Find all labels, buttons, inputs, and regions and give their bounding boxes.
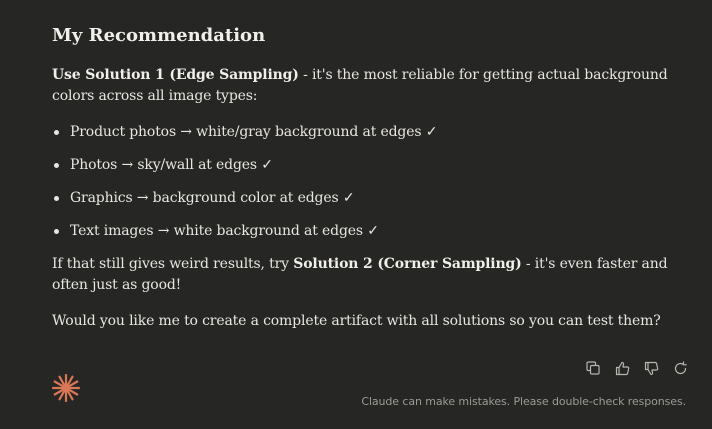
message-heading: My Recommendation bbox=[52, 25, 266, 46]
thumbs-down-icon bbox=[644, 361, 659, 376]
copy-button[interactable] bbox=[582, 359, 604, 377]
thumbs-up-button[interactable] bbox=[611, 359, 633, 377]
disclaimer-text: Claude can make mistakes. Please double-… bbox=[361, 395, 686, 408]
intro-paragraph: Use Solution 1 (Edge Sampling) - it's th… bbox=[52, 65, 672, 107]
list-item: Product photos → white/gray background a… bbox=[52, 122, 672, 143]
message-actions bbox=[582, 359, 691, 377]
thumbs-down-button[interactable] bbox=[640, 359, 662, 377]
intro-bold: Use Solution 1 (Edge Sampling) bbox=[52, 67, 299, 83]
list-item: Text images → white background at edges … bbox=[52, 221, 672, 242]
list-item: Graphics → background color at edges ✓ bbox=[52, 188, 672, 209]
fallback-bold: Solution 2 (Corner Sampling) bbox=[293, 256, 522, 272]
assistant-message: My Recommendation Use Solution 1 (Edge S… bbox=[52, 24, 672, 332]
list-item: Photos → sky/wall at edges ✓ bbox=[52, 155, 672, 176]
question-paragraph: Would you like me to create a complete a… bbox=[52, 313, 661, 329]
retry-icon bbox=[673, 360, 688, 376]
bullet-list: Product photos → white/gray background a… bbox=[52, 122, 672, 242]
thumbs-up-icon bbox=[615, 361, 630, 376]
claude-logo-icon bbox=[51, 373, 81, 403]
retry-button[interactable] bbox=[669, 359, 691, 377]
copy-icon bbox=[586, 361, 600, 375]
fallback-text-before: If that still gives weird results, try bbox=[52, 256, 294, 272]
fallback-paragraph: If that still gives weird results, try S… bbox=[52, 254, 672, 296]
